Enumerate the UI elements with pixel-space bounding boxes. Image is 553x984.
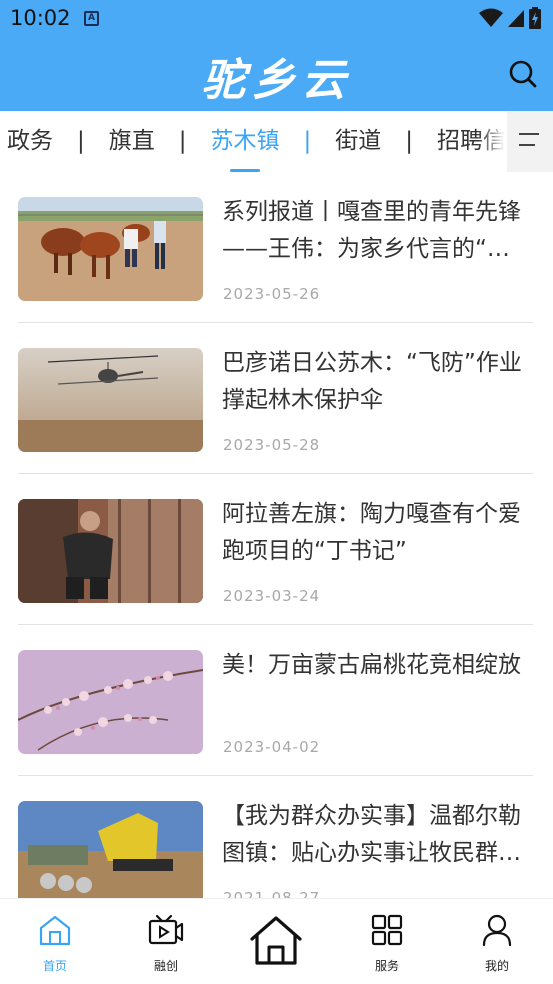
news-title: 巴彦诺日公苏木：“飞防”作业撑起林木保护伞	[222, 350, 522, 413]
news-date: 2021-08-27	[223, 889, 321, 898]
news-thumbnail-cattle	[18, 197, 203, 301]
app-root: 10:02 A 驼乡云 政务 | 旗直 | 苏木镇 | 街道 | 系列报道丨嘎查…	[0, 0, 553, 984]
news-title: 系列报道丨嘎查里的青年先锋——王伟：为家乡代言的“网红村官”	[222, 199, 521, 262]
news-date: 2023-03-24	[223, 587, 321, 605]
tab-separator: |	[303, 128, 312, 154]
grid-icon	[371, 914, 403, 946]
nav-label-service: 服务	[374, 959, 399, 973]
news-thumbnail-worker	[18, 499, 203, 603]
nav-home[interactable]: 首页	[15, 899, 95, 984]
news-thumbnail-blossom	[18, 650, 203, 754]
tab-sumuzhen[interactable]: 苏木镇	[211, 111, 280, 172]
tab-jiedao[interactable]: 街道	[335, 111, 381, 172]
battery-icon	[529, 7, 541, 29]
news-thumbnail-helicopter	[18, 348, 203, 452]
user-icon	[482, 914, 512, 946]
nav-label-mine: 我的	[484, 959, 509, 973]
news-thumbnail-excavator	[18, 801, 203, 898]
tabs-track: 政务 | 旗直 | 苏木镇 | 街道 | 招聘信息	[7, 111, 529, 172]
nav-center-home[interactable]	[236, 899, 316, 984]
news-item[interactable]: 阿拉善左旗：陶力嘎查有个爱跑项目的“丁书记” 2023-03-24	[18, 474, 533, 625]
title-bar: 驼乡云	[0, 38, 553, 111]
news-item[interactable]: 系列报道丨嘎查里的青年先锋——王伟：为家乡代言的“网红村官” 2023-05-2…	[18, 172, 533, 323]
tab-qizhi[interactable]: 旗直	[109, 111, 155, 172]
bottom-nav: 首页 融创 服务 我的	[0, 898, 553, 984]
news-list: 系列报道丨嘎查里的青年先锋——王伟：为家乡代言的“网红村官” 2023-05-2…	[0, 172, 553, 898]
news-date: 2023-04-02	[223, 738, 321, 756]
menu-icon[interactable]	[507, 111, 553, 172]
search-icon[interactable]	[507, 58, 539, 90]
home-icon	[39, 915, 71, 946]
status-icons	[479, 7, 541, 29]
news-title: 阿拉善左旗：陶力嘎查有个爱跑项目的“丁书记”	[222, 501, 521, 564]
nav-mine[interactable]: 我的	[457, 899, 537, 984]
nav-rongchuang[interactable]: 融创	[126, 899, 206, 984]
news-item[interactable]: 美！万亩蒙古扁桃花竞相绽放 2023-04-02	[18, 625, 533, 776]
header: 10:02 A 驼乡云	[0, 0, 553, 111]
news-date: 2023-05-26	[223, 285, 321, 303]
wifi-icon	[479, 8, 503, 27]
notification-a-icon: A	[84, 11, 99, 26]
news-title: 美！万亩蒙古扁桃花竞相绽放	[222, 652, 521, 678]
nav-service[interactable]: 服务	[347, 899, 427, 984]
tab-separator: |	[77, 128, 85, 154]
nav-label-home: 首页	[42, 959, 67, 973]
news-title: 【我为群众办实事】温都尔勒图镇：贴心办实事让牧民群众暖心	[222, 803, 521, 866]
tab-separator: |	[405, 128, 413, 154]
news-item[interactable]: 【我为群众办实事】温都尔勒图镇：贴心办实事让牧民群众暖心 2021-08-27	[18, 776, 533, 898]
tab-separator: |	[178, 128, 187, 154]
nav-label-rongchuang: 融创	[153, 959, 178, 973]
status-time: 10:02	[10, 6, 71, 30]
home-center-icon	[250, 916, 302, 965]
signal-icon	[508, 10, 524, 27]
tabs-fade	[477, 111, 507, 172]
news-item[interactable]: 巴彦诺日公苏木：“飞防”作业撑起林木保护伞 2023-05-28	[18, 323, 533, 474]
video-icon	[148, 914, 184, 945]
app-title: 驼乡云	[201, 55, 352, 106]
status-bar: 10:02 A	[0, 0, 553, 38]
news-date: 2023-05-28	[223, 436, 321, 454]
tab-zhengwu[interactable]: 政务	[7, 111, 53, 172]
category-tabs: 政务 | 旗直 | 苏木镇 | 街道 | 招聘信息	[0, 111, 553, 172]
